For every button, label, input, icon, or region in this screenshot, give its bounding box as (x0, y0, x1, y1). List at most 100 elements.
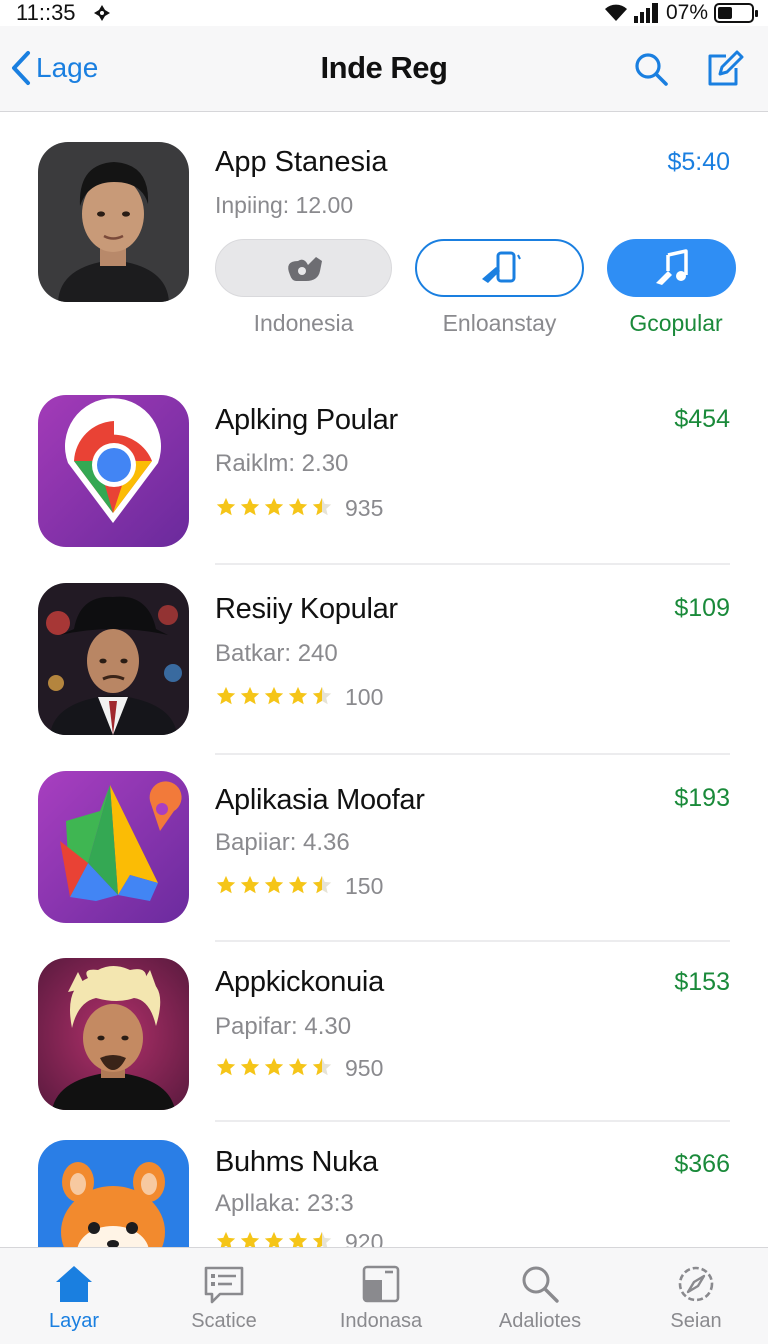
half-star-icon (312, 1057, 332, 1076)
signal-glyph-icon (94, 5, 110, 21)
status-bar: 11::35 07% (0, 0, 768, 26)
star-rating (215, 685, 333, 707)
app-meta: Raiklm: 2.30 (215, 450, 349, 477)
review-count: 920 (345, 1229, 384, 1247)
review-count: 935 (345, 495, 384, 521)
enloanstay-label: Enloanstay (442, 310, 557, 336)
app-price[interactable]: $109 (674, 594, 730, 623)
featured-app: App Stanesia Inpiing: 12.00 $5:40 Indone… (0, 112, 768, 362)
cellular-bars-icon (633, 3, 658, 23)
app-list-item[interactable]: Resiiy Kopular Batkar: 240 $109 100 (0, 578, 768, 756)
status-time: 11::35 (16, 0, 76, 25)
battery-percent: 07% (665, 1, 708, 24)
featured-app-name: App Stanesia (215, 146, 388, 178)
indonesia-pill-button[interactable] (215, 239, 392, 297)
app-list-item[interactable]: Buhms Nuka Apllaka: 23:3 $366 920 (0, 1132, 768, 1247)
app-name: Buhms Nuka (215, 1146, 379, 1178)
indonesia-label: Indonesia (253, 310, 354, 336)
man-portrait-avatar[interactable] (38, 142, 189, 302)
divider (215, 940, 730, 942)
tab-label: Adaliotes (498, 1310, 582, 1332)
app-name: Aplking Poular (215, 404, 398, 436)
star-icon (264, 497, 284, 516)
window-icon (362, 1265, 400, 1303)
star-icon (240, 1231, 260, 1247)
star-icon (288, 497, 308, 516)
star-icon (288, 1231, 308, 1247)
blond-man-portrait (38, 958, 189, 1110)
half-star-icon (312, 1231, 332, 1247)
back-button[interactable]: Lage (8, 48, 98, 88)
star-icon (240, 1057, 260, 1076)
tab-seian[interactable]: Seian (626, 1248, 766, 1344)
app-list-item[interactable]: Aplikasia Moofar Bapiiar: 4.36 $193 150 (0, 768, 768, 942)
phone-icon (481, 251, 521, 283)
app-name: Appkickonuia (215, 966, 384, 998)
app-price[interactable]: $193 (674, 784, 730, 813)
app-meta: Apllaka: 23:3 (215, 1190, 354, 1217)
chrome-style-icon (38, 395, 189, 547)
star-icon (288, 875, 308, 894)
app-price[interactable]: $366 (674, 1150, 730, 1179)
star-rating (215, 1230, 333, 1247)
star-icon (216, 875, 236, 894)
app-list-item[interactable]: Aplking Poular Raiklm: 2.30 $454 935 (0, 388, 768, 566)
divider (215, 1120, 730, 1122)
maps-style-icon (38, 771, 189, 923)
app-list-item[interactable]: Appkickonuia Papifar: 4.30 $153 950 (0, 952, 768, 1124)
tab-label: Scatice (191, 1310, 257, 1332)
star-icon (240, 497, 260, 516)
star-icon (240, 875, 260, 894)
gcopular-label: Gcopular (629, 310, 723, 336)
star-icon (264, 686, 284, 705)
star-icon (264, 875, 284, 894)
tab-bar: Layar Scatice Indonasa Adaliotes Seian (0, 1247, 768, 1344)
app-name: Aplikasia Moofar (215, 784, 425, 816)
star-icon (264, 1231, 284, 1247)
music-note-icon (655, 249, 688, 285)
star-icon (216, 686, 236, 705)
status-right: 07% (604, 1, 758, 24)
man-in-hat-portrait (38, 583, 189, 735)
gcopular-pill-button[interactable] (607, 239, 736, 297)
star-rating (215, 1056, 333, 1078)
compose-icon[interactable] (704, 48, 744, 88)
wifi-icon (604, 4, 627, 21)
app-meta: Batkar: 240 (215, 640, 338, 667)
divider (215, 753, 730, 755)
half-star-icon (312, 686, 332, 705)
fox-mascot-icon (38, 1140, 189, 1247)
review-count: 150 (345, 873, 384, 899)
tab-layar[interactable]: Layar (4, 1248, 144, 1344)
tab-label: Indonasa (339, 1310, 423, 1332)
list-card-icon (204, 1266, 244, 1304)
app-price[interactable]: $153 (674, 968, 730, 997)
tab-label: Layar (48, 1310, 100, 1332)
featured-app-price[interactable]: $5:40 (667, 148, 730, 177)
back-label: Lage (36, 52, 99, 83)
star-rating (215, 496, 333, 518)
search-icon[interactable] (632, 50, 670, 88)
tab-indonasa[interactable]: Indonasa (311, 1248, 451, 1344)
half-star-icon (312, 875, 332, 894)
app-meta: Bapiiar: 4.36 (215, 829, 350, 856)
headphones-icon (287, 257, 322, 281)
star-icon (216, 497, 236, 516)
star-icon (264, 1057, 284, 1076)
divider (215, 563, 730, 565)
enloanstay-pill-button[interactable] (415, 239, 584, 297)
app-name: Resiiy Kopular (215, 593, 398, 625)
tab-scatice[interactable]: Scatice (154, 1248, 294, 1344)
navigation-bar: Lage Inde Reg (0, 26, 768, 112)
review-count: 100 (345, 684, 384, 710)
search-icon (522, 1266, 559, 1303)
tab-adaliotes[interactable]: Adaliotes (470, 1248, 610, 1344)
star-icon (288, 686, 308, 705)
app-price[interactable]: $454 (674, 405, 730, 434)
review-count: 950 (345, 1055, 384, 1081)
home-icon (56, 1266, 92, 1302)
chevron-left-icon (12, 51, 30, 85)
app-meta: Papifar: 4.30 (215, 1013, 352, 1040)
star-icon (288, 1057, 308, 1076)
star-rating (215, 874, 333, 896)
